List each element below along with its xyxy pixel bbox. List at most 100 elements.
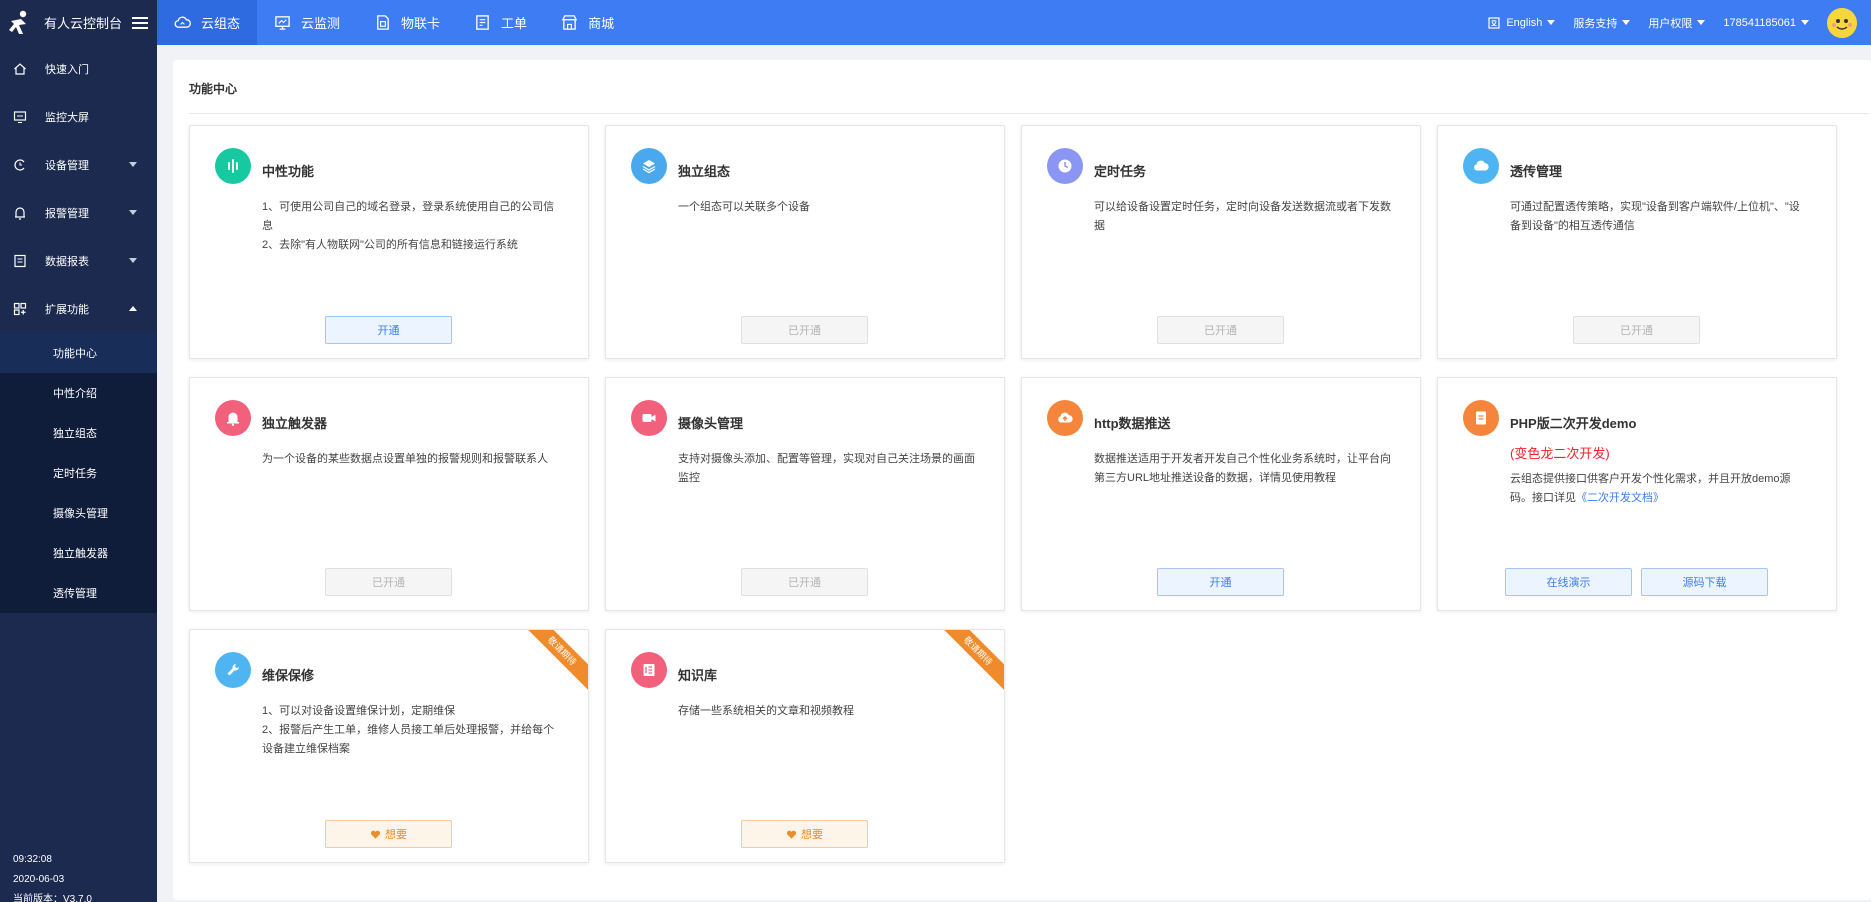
account-menu[interactable]: 178541185061 [1723,17,1809,29]
activate-button[interactable]: 开通 [325,316,452,344]
app-title: 有人云控制台 [44,16,123,31]
card-description: 一个组态可以关联多个设备 [678,201,810,213]
chevron-down-icon [129,162,137,167]
device-icon [14,159,25,171]
extension-icon [13,302,27,316]
nav-label: 商城 [588,16,615,31]
extensions-submenu: 功能中心 中性介绍 独立组态 定时任务 摄像头管理 独立触发器 透传管理 [0,333,157,613]
report-icon [14,254,26,268]
feature-card-standalone-trigger: 独立触发器 为一个设备的某些数据点设置单独的报警规则和报警联系人 已开通 [189,377,589,611]
submenu-item-passthrough[interactable]: 透传管理 [0,573,157,613]
activated-button[interactable]: 已开通 [741,568,868,596]
submenu-item-camera-management[interactable]: 摄像头管理 [0,493,157,533]
chevron-up-icon [129,306,137,311]
card-title: 独立组态 [678,164,731,179]
sidebar-item-extensions[interactable]: 扩展功能 [0,285,157,333]
source-download-button[interactable]: 源码下载 [1641,568,1768,596]
activated-button[interactable]: 已开通 [741,316,868,344]
activate-button[interactable]: 开通 [1157,568,1284,596]
nav-item-cloud-config[interactable]: 云组态 [157,0,258,45]
heart-icon [370,830,381,839]
card-title: PHP版二次开发demo [1510,416,1637,431]
card-description: 可以给设备设置定时任务，定时向设备发送数据流或者下发数据 [1094,201,1391,232]
activated-button[interactable]: 已开通 [325,568,452,596]
sidebar: 快速入门 监控大屏 设备管理 报警管理 数据报表 扩展功能 功能中心 中性介绍 … [0,45,157,902]
submenu-item-standalone-trigger[interactable]: 独立触发器 [0,533,157,573]
submenu-item-standalone-config[interactable]: 独立组态 [0,413,157,453]
card-description: 1、可以对设备设置维保计划，定期维保 2、报警后产生工单，维修人员接工单后处理报… [262,705,555,755]
nav-item-shop[interactable]: 商城 [544,0,631,45]
nav-item-cloud-monitor[interactable]: 云监测 [257,0,357,45]
card-title: 维保保修 [262,668,315,683]
chevron-down-icon [1801,20,1809,25]
audio-bars-icon [215,148,251,184]
sidebar-item-alarm-management[interactable]: 报警管理 [0,189,157,237]
want-button[interactable]: 想要 [325,820,452,848]
sidebar-item-data-report[interactable]: 数据报表 [0,237,157,285]
video-camera-icon [631,400,667,436]
user-permissions-menu[interactable]: 用户权限 [1648,15,1706,31]
chevron-down-icon [129,210,137,215]
sidebar-item-device-management[interactable]: 设备管理 [0,141,157,189]
translate-icon [1488,16,1500,29]
cloud-icon [174,16,191,28]
card-title: 知识库 [678,668,718,683]
coming-soon-ribbon: 敬请期待 [936,630,1004,693]
feature-card-standalone-config: 独立组态 一个组态可以关联多个设备 已开通 [605,125,1005,359]
coming-soon-ribbon: 敬请期待 [520,630,588,693]
submenu-item-feature-center[interactable]: 功能中心 [0,333,157,373]
screen-icon [13,111,27,124]
card-description: 存储一些系统相关的文章和视频教程 [678,705,854,717]
menu-toggle-icon[interactable] [132,16,149,29]
top-right-menu: English 服务支持 用户权限 178541185061 [1470,0,1871,45]
dev-docs-link[interactable]: 《二次开发文档》 [1576,492,1664,504]
feature-card-passthrough: 透传管理 可通过配置透传策略，实现"设备到客户端软件/上位机"、"设备到设备"的… [1437,125,1837,359]
sidebar-item-monitor-screen[interactable]: 监控大屏 [0,93,157,141]
top-nav: 云组态 云监测 物联卡 工单 商城 [157,0,631,45]
activated-button[interactable]: 已开通 [1573,316,1700,344]
avatar[interactable] [1827,7,1857,38]
chevron-down-icon [1697,20,1706,25]
layers-icon [631,148,667,184]
service-support-menu[interactable]: 服务支持 [1573,15,1631,31]
wrench-icon [215,652,251,688]
chevron-down-icon [1622,20,1631,25]
card-description: 为一个设备的某些数据点设置单独的报警规则和报警联系人 [262,453,548,465]
want-button[interactable]: 想要 [741,820,868,848]
language-switch[interactable]: English [1488,16,1556,29]
card-description: 可通过配置透传策略，实现"设备到客户端软件/上位机"、"设备到设备"的相互透传通… [1510,201,1800,232]
document-icon [1463,400,1499,436]
submenu-item-neutral-intro[interactable]: 中性介绍 [0,373,157,413]
card-subtitle: (变色龙二次开发) [1510,446,1610,461]
feature-card-knowledge-base: 敬请期待 知识库 存储一些系统相关的文章和视频教程 想要 [605,629,1005,863]
online-demo-button[interactable]: 在线演示 [1505,568,1632,596]
heart-icon [786,830,797,839]
feature-card-maintenance: 敬请期待 维保保修 1、可以对设备设置维保计划，定期维保 2、报警后产生工单，维… [189,629,589,863]
current-date: 2020-06-03 [13,874,65,885]
feature-card-php-demo: PHP版二次开发demo (变色龙二次开发) 云组态提供接口供客户开发个性化需求… [1437,377,1837,611]
activated-button[interactable]: 已开通 [1157,316,1284,344]
logo-area: 有人云控制台 [0,0,157,45]
sim-card-icon [377,15,389,30]
nav-item-iot-card[interactable]: 物联卡 [357,0,457,45]
cloud-transfer-icon [1463,148,1499,184]
current-time: 09:32:08 [13,854,52,865]
feature-card-http-push: http数据推送 数据推送适用于开发者开发自己个性化业务系统时，让平台向第三方U… [1021,377,1421,611]
title-divider [189,113,1869,114]
monitor-icon [275,16,290,30]
bell-icon [215,400,251,436]
card-title: 摄像头管理 [678,416,744,431]
feature-card-camera: 摄像头管理 支持对摄像头添加、配置等管理，实现对自己关注场景的画面监控 已开通 [605,377,1005,611]
nav-label: 云组态 [201,16,241,31]
book-icon [631,652,667,688]
submenu-item-scheduled-tasks[interactable]: 定时任务 [0,453,157,493]
cloud-upload-icon [1047,400,1083,436]
sidebar-item-quick-start[interactable]: 快速入门 [0,45,157,93]
card-description: 1、可使用公司自己的域名登录，登录系统使用自己的公司信息 2、去除"有人物联网"… [262,201,555,251]
feature-card-scheduled-task: 定时任务 可以给设备设置定时任务，定时向设备发送数据流或者下发数据 已开通 [1021,125,1421,359]
card-title: 独立触发器 [262,416,328,431]
chevron-down-icon [1547,20,1556,25]
nav-item-ticket[interactable]: 工单 [457,0,544,45]
shop-icon [561,15,578,30]
nav-label: 物联卡 [401,16,441,31]
